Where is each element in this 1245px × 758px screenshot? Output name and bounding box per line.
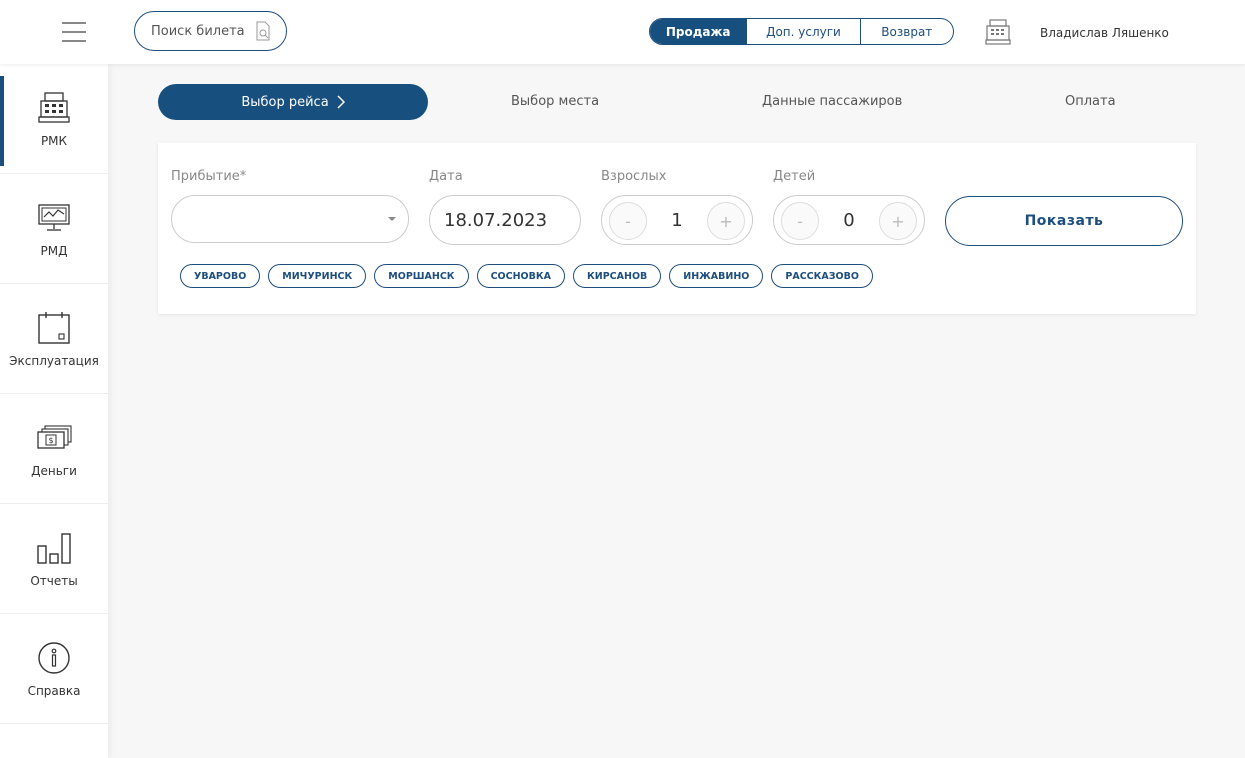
chevron-right-icon xyxy=(337,95,345,109)
sidebar-item-label: РМК xyxy=(40,133,68,148)
cash-register-icon xyxy=(38,91,70,123)
calendar-icon xyxy=(38,311,70,344)
top-bar: Поиск билета Продажа Доп. услуги Возврат… xyxy=(0,0,1245,64)
cash-register-icon[interactable] xyxy=(984,18,1012,46)
sidebar-item-operation[interactable]: Эксплуатация xyxy=(0,284,108,394)
sidebar-item-label: Эксплуатация xyxy=(9,353,99,368)
destination-chip[interactable]: МОРШАНСК xyxy=(374,264,469,288)
sidebar: РМК РМД Эксплуатация $ Деньги Отчеты Спр… xyxy=(0,64,108,758)
hamburger-menu-icon[interactable] xyxy=(62,22,86,42)
adults-stepper: - 1 + xyxy=(601,195,753,245)
quick-destinations: УВАРОВО МИЧУРИНСК МОРШАНСК СОСНОВКА КИРС… xyxy=(180,264,881,288)
destination-chip[interactable]: КИРСАНОВ xyxy=(572,264,662,288)
date-label: Дата xyxy=(429,169,463,184)
bar-chart-icon xyxy=(37,532,71,564)
svg-text:$: $ xyxy=(48,436,53,445)
step-payment[interactable]: Оплата xyxy=(1065,94,1116,109)
step-label: Выбор рейса xyxy=(241,94,329,110)
sidebar-item-money[interactable]: $ Деньги xyxy=(0,394,108,504)
mode-sale-button[interactable]: Продажа xyxy=(650,19,748,44)
mode-refund-button[interactable]: Возврат xyxy=(861,19,953,44)
children-stepper: - 0 + xyxy=(773,195,925,245)
mode-switcher: Продажа Доп. услуги Возврат xyxy=(649,18,954,45)
sidebar-item-reports[interactable]: Отчеты xyxy=(0,504,108,614)
sidebar-item-label: Деньги xyxy=(31,463,77,478)
step-select-seat[interactable]: Выбор места xyxy=(511,94,599,109)
destination-chip[interactable]: ИНЖАВИНО xyxy=(669,264,764,288)
money-icon: $ xyxy=(37,424,72,449)
search-ticket-label: Поиск билета xyxy=(151,23,245,39)
booking-steps: Выбор рейса Выбор места Данные пассажиро… xyxy=(158,84,1196,120)
step-passenger-data[interactable]: Данные пассажиров xyxy=(762,94,902,109)
destination-chip[interactable]: СОСНОВКА xyxy=(476,264,565,288)
sidebar-item-label: РМД xyxy=(40,243,68,258)
monitor-icon xyxy=(38,203,70,231)
sidebar-item-rmk[interactable]: РМК xyxy=(0,64,108,174)
sidebar-item-rmd[interactable]: РМД xyxy=(0,174,108,284)
info-icon xyxy=(38,641,70,674)
arrival-select[interactable] xyxy=(171,195,409,243)
date-input[interactable]: 18.07.2023 xyxy=(429,195,581,245)
children-increment-button[interactable]: + xyxy=(879,202,917,240)
destination-chip[interactable]: РАССКАЗОВО xyxy=(771,264,873,288)
sidebar-item-help[interactable]: Справка xyxy=(0,614,108,724)
caret-down-icon xyxy=(388,217,396,221)
username: Владислав Ляшенко xyxy=(1040,26,1169,40)
show-button[interactable]: Показать xyxy=(945,196,1183,246)
mode-extra-services-button[interactable]: Доп. услуги xyxy=(747,19,861,44)
ticket-search-icon xyxy=(256,21,270,41)
step-select-trip[interactable]: Выбор рейса xyxy=(158,84,428,120)
sidebar-item-label: Отчеты xyxy=(30,573,78,588)
destination-chip[interactable]: МИЧУРИНСК xyxy=(268,264,367,288)
children-label: Детей xyxy=(773,169,816,184)
arrival-label: Прибытие* xyxy=(171,169,247,184)
trip-search-form: Прибытие* Дата 18.07.2023 Взрослых - 1 +… xyxy=(158,143,1196,314)
adults-label: Взрослых xyxy=(601,169,667,184)
sidebar-item-label: Справка xyxy=(27,683,81,698)
adults-increment-button[interactable]: + xyxy=(707,202,745,240)
destination-chip[interactable]: УВАРОВО xyxy=(180,264,261,288)
search-ticket-button[interactable]: Поиск билета xyxy=(134,11,287,51)
